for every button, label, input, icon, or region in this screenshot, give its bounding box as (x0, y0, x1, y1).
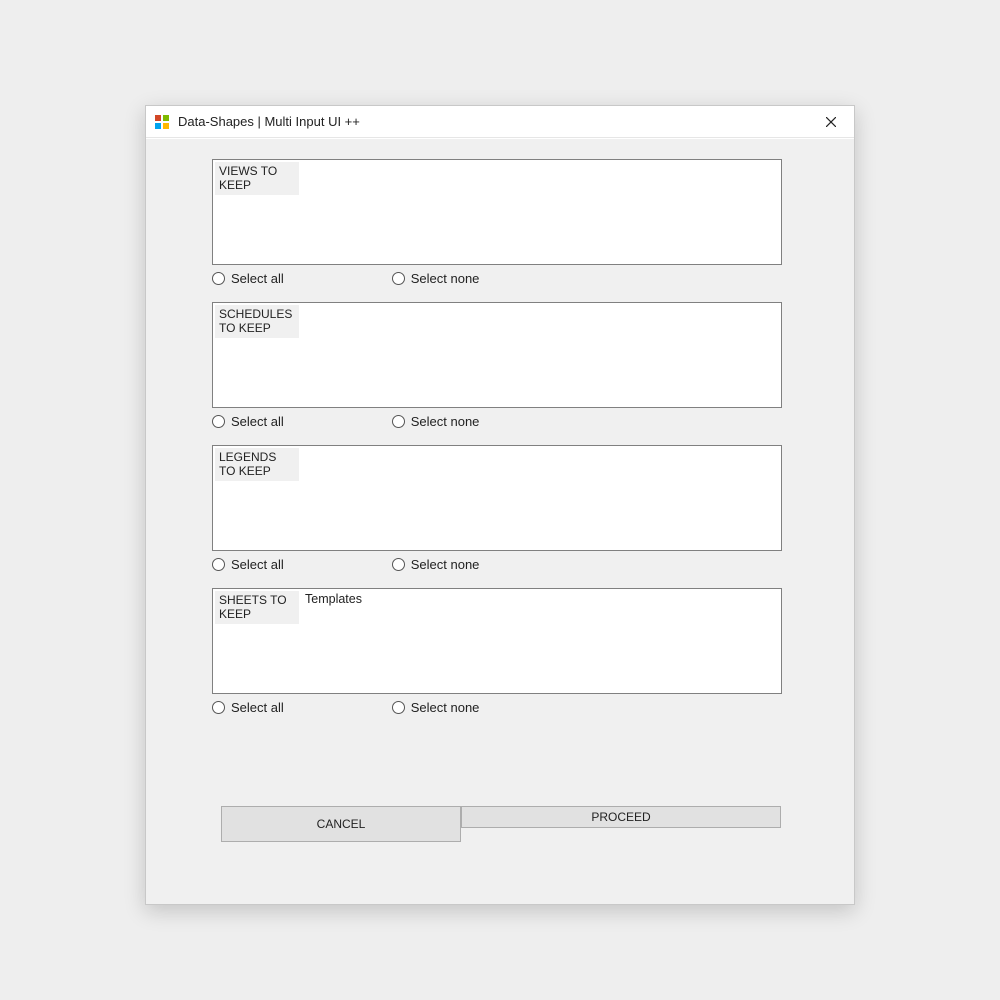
sheets-label: SHEETS TO KEEP (215, 591, 299, 624)
radio-label: Select none (411, 557, 480, 572)
close-icon (826, 117, 836, 127)
radio-label: Select none (411, 414, 480, 429)
list-item[interactable]: Templates (305, 592, 362, 606)
sheets-select-all-radio[interactable]: Select all (212, 700, 284, 715)
close-button[interactable] (808, 106, 854, 138)
radio-label: Select all (231, 557, 284, 572)
section-views: VIEWS TO KEEP Select all Select none (176, 159, 824, 286)
views-select-none-radio[interactable]: Select none (392, 271, 480, 286)
radio-label: Select none (411, 271, 480, 286)
schedules-radio-row: Select all Select none (212, 414, 824, 429)
views-radio-row: Select all Select none (212, 271, 824, 286)
schedules-listbox[interactable]: SCHEDULES TO KEEP (212, 302, 782, 408)
radio-label: Select all (231, 271, 284, 286)
schedules-select-all-radio[interactable]: Select all (212, 414, 284, 429)
legends-listbox[interactable]: LEGENDS TO KEEP (212, 445, 782, 551)
legends-label: LEGENDS TO KEEP (215, 448, 299, 481)
radio-icon (212, 558, 225, 571)
section-sheets: SHEETS TO KEEP Templates Select all Sele… (176, 588, 824, 715)
views-label: VIEWS TO KEEP (215, 162, 299, 195)
radio-icon (212, 415, 225, 428)
sheets-select-none-radio[interactable]: Select none (392, 700, 480, 715)
sheets-radio-row: Select all Select none (212, 700, 824, 715)
legends-radio-row: Select all Select none (212, 557, 824, 572)
schedules-label: SCHEDULES TO KEEP (215, 305, 299, 338)
radio-label: Select none (411, 700, 480, 715)
cancel-button[interactable]: CANCEL (221, 806, 461, 842)
radio-label: Select all (231, 700, 284, 715)
radio-icon (212, 272, 225, 285)
section-schedules: SCHEDULES TO KEEP Select all Select none (176, 302, 824, 429)
sheets-listbox[interactable]: SHEETS TO KEEP Templates (212, 588, 782, 694)
radio-icon (392, 415, 405, 428)
views-select-all-radio[interactable]: Select all (212, 271, 284, 286)
legends-select-all-radio[interactable]: Select all (212, 557, 284, 572)
proceed-button[interactable]: PROCEED (461, 806, 781, 828)
radio-icon (392, 701, 405, 714)
schedules-select-none-radio[interactable]: Select none (392, 414, 480, 429)
client-area: VIEWS TO KEEP Select all Select none SCH… (146, 139, 854, 904)
radio-icon (392, 558, 405, 571)
radio-label: Select all (231, 414, 284, 429)
legends-select-none-radio[interactable]: Select none (392, 557, 480, 572)
app-icon (154, 114, 170, 130)
radio-icon (392, 272, 405, 285)
section-legends: LEGENDS TO KEEP Select all Select none (176, 445, 824, 572)
views-listbox[interactable]: VIEWS TO KEEP (212, 159, 782, 265)
window-title: Data-Shapes | Multi Input UI ++ (178, 114, 808, 129)
titlebar: Data-Shapes | Multi Input UI ++ (146, 106, 854, 138)
button-row: CANCEL PROCEED (146, 806, 854, 842)
dialog-window: Data-Shapes | Multi Input UI ++ VIEWS TO… (145, 105, 855, 905)
radio-icon (212, 701, 225, 714)
